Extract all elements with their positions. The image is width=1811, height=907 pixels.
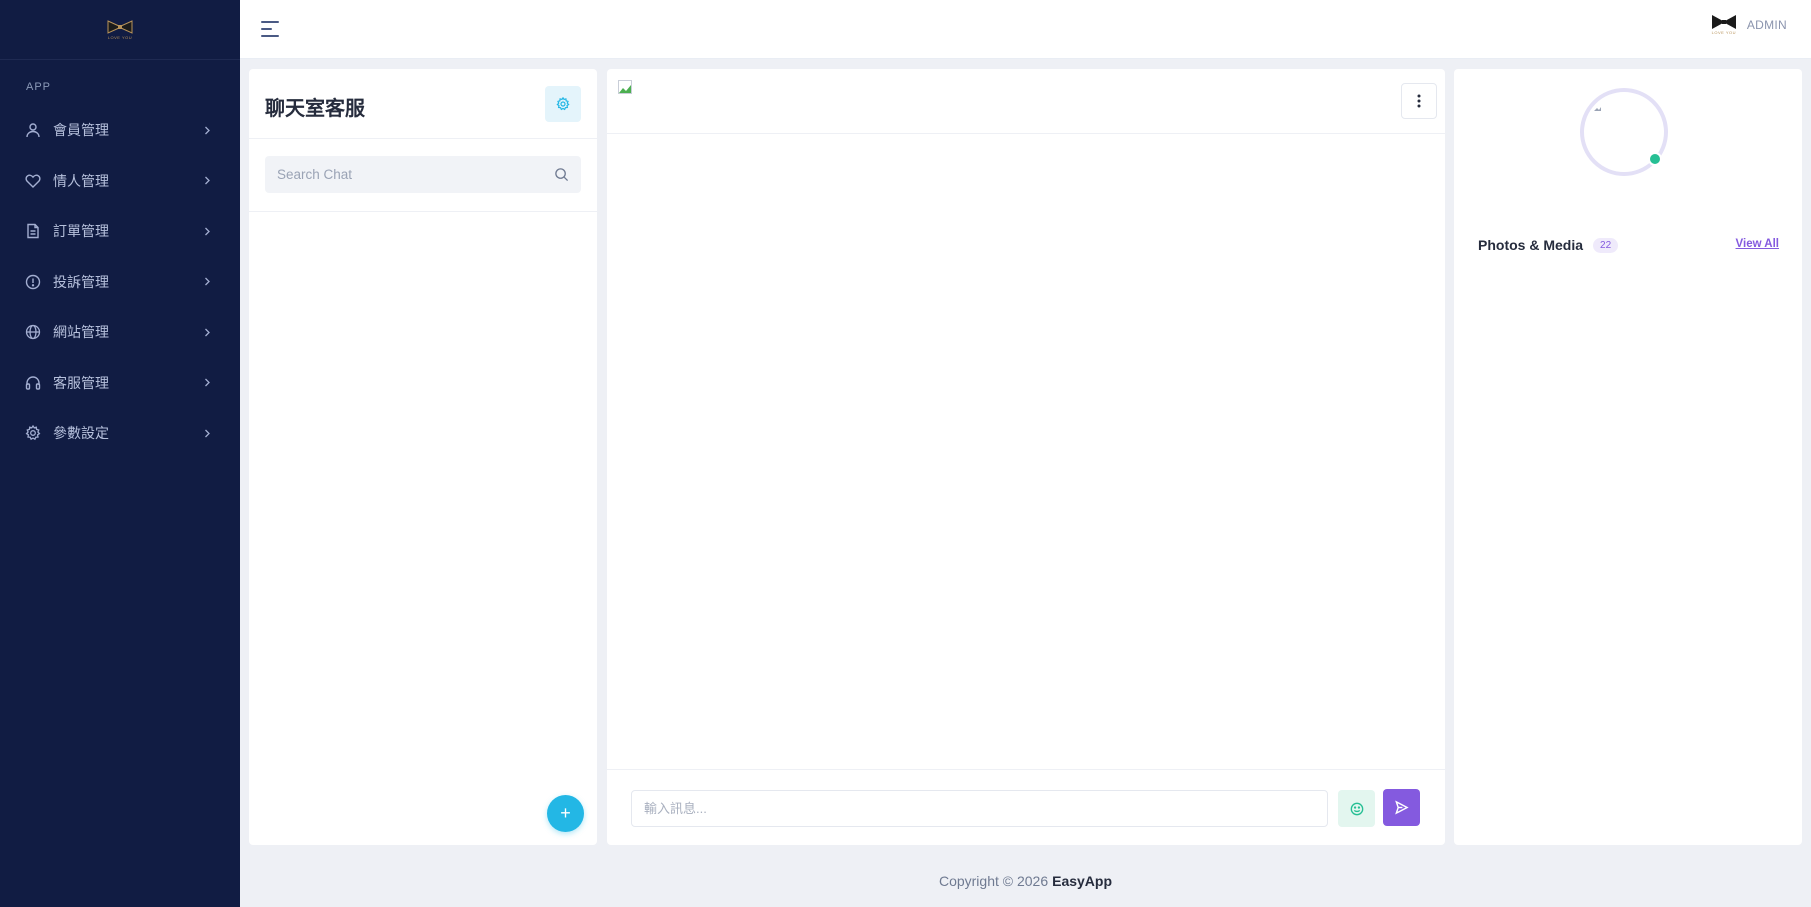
sidebar-toggle-button[interactable]	[259, 18, 281, 40]
chevron-right-icon	[202, 428, 212, 438]
chat-list-panel: 聊天室客服 +	[249, 69, 597, 845]
sidebar-item-settings[interactable]: 參數設定	[0, 408, 240, 459]
sidebar-item-label: 網站管理	[53, 324, 109, 341]
copyright-text: Copyright © 2026	[938, 873, 1049, 889]
menu-category-label: APP	[26, 81, 52, 93]
broken-image-icon	[617, 79, 633, 95]
sidebar-item-members[interactable]: 會員管理	[0, 105, 240, 156]
user-name: ADMIN	[1746, 17, 1787, 32]
chevron-right-icon	[202, 327, 212, 337]
logo-text: LOVE YOU	[107, 34, 133, 40]
sidebar-item-complaints[interactable]: 投訴管理	[0, 257, 240, 308]
brand-logo: LOVE YOU	[107, 19, 133, 40]
hamburger-line	[261, 21, 279, 23]
page-footer: Copyright © 2026 EasyApp	[240, 855, 1811, 907]
top-header: LOVE YOU ADMIN	[240, 0, 1811, 59]
broken-image-icon	[1593, 99, 1602, 111]
chevron-right-icon	[202, 378, 212, 388]
sidebar-item-label: 投訴管理	[53, 273, 109, 290]
sidebar-item-orders[interactable]: 訂單管理	[0, 206, 240, 257]
gear-icon	[24, 424, 42, 442]
hamburger-line	[261, 35, 279, 37]
search-input[interactable]	[265, 156, 581, 193]
sidebar-item-label: 情人管理	[53, 172, 109, 189]
chevron-right-icon	[202, 277, 212, 287]
sidebar-item-label: 客服管理	[53, 374, 109, 391]
avatar: LOVE YOU	[1711, 14, 1737, 35]
online-status-dot	[1648, 152, 1662, 166]
message-composer	[607, 769, 1445, 845]
more-options-button[interactable]	[1401, 83, 1437, 119]
user-menu[interactable]: LOVE YOU ADMIN	[1711, 14, 1787, 35]
chevron-right-icon	[202, 176, 212, 186]
hamburger-line	[261, 28, 272, 30]
sidebar-item-lovers[interactable]: 情人管理	[0, 156, 240, 207]
chat-settings-button[interactable]	[545, 86, 581, 122]
vertical-dots-icon	[1417, 94, 1421, 108]
footer-brand: EasyApp	[1052, 873, 1113, 889]
chat-conversation-panel	[607, 69, 1445, 845]
search-box	[265, 156, 581, 193]
logo-text: LOVE YOU	[1711, 30, 1737, 35]
sidebar-item-label: 訂單管理	[53, 223, 109, 240]
sidebar-item-label: 參數設定	[53, 425, 109, 442]
document-icon	[24, 222, 42, 240]
globe-icon	[24, 323, 42, 341]
media-count-badge: 22	[1593, 237, 1619, 253]
headset-icon	[24, 374, 42, 392]
page-title: 聊天室客服	[265, 98, 365, 120]
chevron-right-icon	[202, 125, 212, 135]
smile-icon	[1350, 802, 1363, 815]
emoji-button[interactable]	[1338, 790, 1375, 827]
sidebar-item-support[interactable]: 客服管理	[0, 358, 240, 409]
search-icon[interactable]	[554, 167, 569, 182]
sidebar-item-label: 會員管理	[53, 122, 109, 139]
gear-icon	[556, 97, 570, 111]
chat-list-header: 聊天室客服	[249, 69, 597, 139]
chevron-right-icon	[202, 226, 212, 236]
info-circle-icon	[24, 273, 42, 291]
photos-media-title: Photos & Media	[1478, 237, 1584, 253]
heart-icon	[24, 172, 42, 190]
bow-tie-logo-icon	[107, 19, 133, 34]
new-chat-button[interactable]: +	[547, 795, 584, 832]
sidebar: LOVE YOU APP 會員管理 情人管理 訂單管理 投訴管理 網站管理 客服…	[0, 0, 240, 907]
photos-media-heading: Photos & Media 22	[1478, 237, 1619, 253]
send-icon	[1395, 800, 1409, 815]
contact-profile-panel: Photos & Media 22 View All	[1454, 69, 1802, 845]
send-button[interactable]	[1383, 789, 1420, 826]
user-icon	[24, 121, 42, 139]
conversation-header	[607, 69, 1445, 134]
sidebar-logo[interactable]: LOVE YOU	[0, 0, 240, 60]
bow-tie-logo-icon	[1711, 15, 1736, 29]
chat-search-bar	[249, 139, 597, 212]
sidebar-item-website[interactable]: 網站管理	[0, 307, 240, 358]
message-input[interactable]	[631, 790, 1328, 827]
view-all-link[interactable]: View All	[1736, 238, 1779, 250]
